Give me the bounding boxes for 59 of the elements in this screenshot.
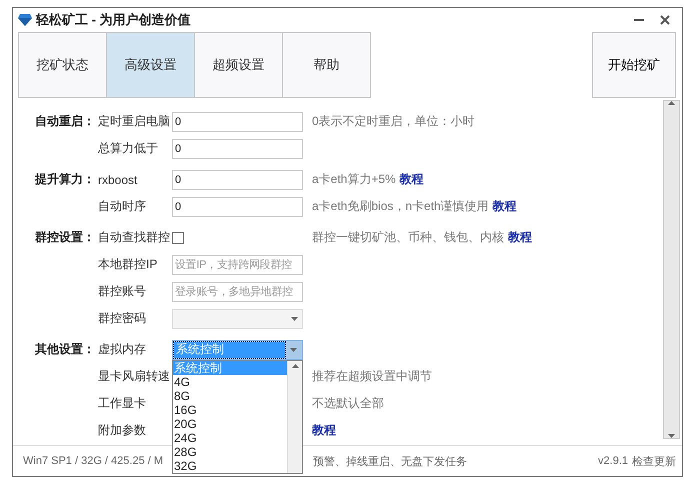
section-label: 群控设置： xyxy=(35,230,95,244)
field-label: 虚拟内存 xyxy=(98,342,146,356)
status-text: Win7 SP1 / 32G / 425.25 / M xyxy=(23,455,164,467)
update-link[interactable]: 检查更新 xyxy=(632,454,676,468)
hint-text: 不选默认全部 xyxy=(312,395,384,412)
field-label: 本地群控IP xyxy=(98,257,158,271)
window-title: 轻松矿工 - 为用户创造价值 xyxy=(36,11,191,29)
dropdown-option[interactable]: 16G xyxy=(173,402,287,416)
caret-icon[interactable] xyxy=(290,348,296,352)
field-label: 群控账号 xyxy=(98,284,146,298)
scroll-up-icon[interactable] xyxy=(292,364,298,368)
version-text: v2.9.1 xyxy=(598,455,628,467)
input-field[interactable]: 0 xyxy=(172,170,303,190)
tutorial-link[interactable]: 教程 xyxy=(508,229,532,246)
hint-text: a卡eth免刷bios，n卡eth谨慎使用 xyxy=(312,198,489,215)
scroll-down-icon[interactable] xyxy=(668,434,675,438)
caret-icon[interactable] xyxy=(291,316,298,320)
hint-text: 0表示不定时重启，单位：小时 xyxy=(312,113,475,130)
close-icon xyxy=(660,15,670,25)
section-label: 其他设置： xyxy=(35,342,95,356)
dropdown-option[interactable]: 24G xyxy=(173,430,287,444)
app-logo-icon xyxy=(18,14,32,26)
tutorial-link[interactable]: 教程 xyxy=(492,198,517,215)
field-label: 自动查找群控 xyxy=(98,230,170,244)
dropdown-option[interactable]: 4G xyxy=(173,374,287,388)
input-field[interactable]: 设置IP，支持跨网段群控 xyxy=(172,254,303,274)
field-label: 显卡风扇转速 xyxy=(98,369,170,383)
scroll-up-icon[interactable] xyxy=(668,101,675,105)
dropdown-option[interactable]: 28G xyxy=(173,444,287,458)
tab[interactable]: 挖矿状态 xyxy=(18,32,107,98)
dropdown-option[interactable]: 20G xyxy=(173,416,287,430)
hint-text: 推荐在超频设置中调节 xyxy=(312,368,432,385)
minimize-icon xyxy=(634,19,644,21)
tab[interactable]: 超频设置 xyxy=(194,32,283,98)
tab[interactable]: 高级设置 xyxy=(106,32,195,98)
field-label: 定时重启电脑 xyxy=(98,114,170,128)
checkbox[interactable] xyxy=(172,232,184,244)
scrollbar[interactable] xyxy=(663,100,680,439)
hint-text: a卡eth算力+5% xyxy=(312,171,396,188)
input-field[interactable]: 0 xyxy=(172,112,303,132)
section-label: 自动重启： xyxy=(35,114,95,128)
tutorial-link[interactable]: 教程 xyxy=(312,422,336,439)
dropdown-option[interactable]: 8G xyxy=(173,388,287,402)
tab[interactable]: 帮助 xyxy=(282,32,371,98)
field-label: 附加参数 xyxy=(98,423,146,437)
dropdown-option[interactable]: 32G xyxy=(173,458,287,472)
field-label: 群控密码 xyxy=(98,311,146,325)
hint-text: 群控一键切矿池、币种、钱包、内核 xyxy=(312,229,504,246)
status-text: 预警、掉线重启、无盘下发任务 xyxy=(313,454,468,468)
field-label: 总算力低于 xyxy=(98,141,158,155)
input-field[interactable]: 0 xyxy=(172,138,303,158)
start-button[interactable]: 开始挖矿 xyxy=(592,32,676,98)
field-label: rxboost xyxy=(98,172,138,186)
section-label: 提升算力： xyxy=(35,172,95,186)
input-field[interactable]: 登录账号，多地异地群控 xyxy=(172,282,303,302)
field-label: 自动时序 xyxy=(98,199,146,213)
input-field[interactable]: 0 xyxy=(172,196,303,216)
field-label: 工作显卡 xyxy=(98,396,146,410)
tutorial-link[interactable]: 教程 xyxy=(400,171,424,188)
